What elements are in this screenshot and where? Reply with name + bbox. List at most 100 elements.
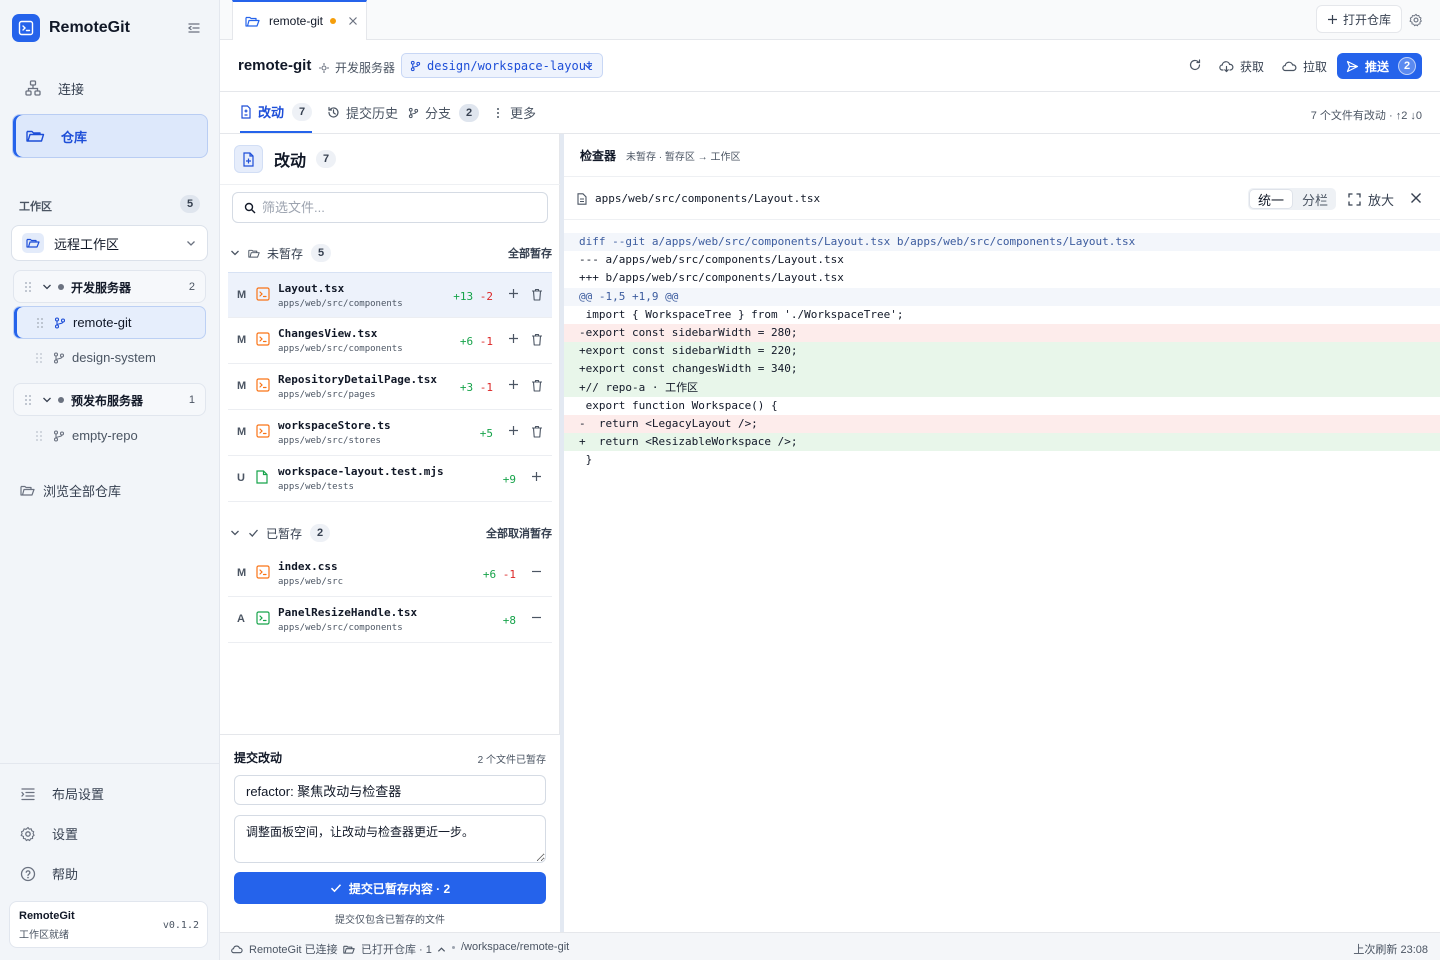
check-icon — [248, 528, 259, 538]
chevron-down-icon[interactable] — [230, 528, 240, 538]
file-line-stats: +13 -2 — [453, 290, 493, 303]
tab-remote-git[interactable]: remote-git — [232, 0, 367, 40]
file-code-icon — [256, 332, 270, 346]
commit-description-input[interactable] — [234, 815, 546, 863]
folder-icon — [248, 248, 260, 259]
tab-branches[interactable]: 分支 2 — [408, 92, 480, 133]
connection-status: RemoteGit 已连接 — [231, 941, 338, 957]
staged-group-header[interactable]: 已暂存 2 全部取消暂存 — [230, 522, 552, 544]
tab-branches-count: 2 — [459, 103, 480, 122]
diff-line-added: + return <ResizableWorkspace />; — [564, 433, 1440, 452]
commit-summary-input[interactable] — [234, 775, 546, 805]
commit-title: 提交改动 — [234, 751, 283, 765]
changes-count: 7 — [316, 150, 337, 168]
workspace-select[interactable]: 远程工作区 — [11, 225, 208, 261]
filter-field[interactable] — [232, 192, 548, 223]
fetch-button[interactable]: 获取 — [1219, 58, 1264, 75]
gear-icon[interactable] — [1409, 13, 1423, 27]
server-head[interactable]: 预发布服务器 1 — [14, 384, 205, 416]
view-unified-button[interactable]: 统一 — [1250, 190, 1292, 208]
repo-item-design-system[interactable]: design-system — [13, 341, 206, 374]
unstage-all-button[interactable]: 全部取消暂存 — [486, 525, 552, 541]
close-icon[interactable] — [1410, 192, 1422, 204]
server-head[interactable]: 开发服务器 2 — [14, 271, 205, 303]
stage-file-icon[interactable] — [508, 379, 519, 390]
layout-settings-item[interactable]: 布局设置 — [20, 784, 104, 803]
tab-more[interactable]: 更多 — [496, 92, 536, 133]
expand-icon — [1348, 193, 1361, 206]
pull-button[interactable]: 拉取 — [1282, 58, 1327, 75]
file-row[interactable]: M RepositoryDetailPage.tsx apps/web/src/pa… — [228, 364, 552, 410]
commit-button[interactable]: 提交已暂存内容 · 2 — [234, 872, 546, 904]
file-row[interactable]: A PanelResizeHandle.tsx apps/web/src/compo… — [228, 597, 552, 643]
repo-item-remote-git[interactable]: remote-git — [13, 306, 206, 339]
stage-file-icon[interactable] — [531, 471, 542, 482]
tab-history[interactable]: 提交历史 — [327, 92, 398, 133]
diff-line-context: import { WorkspaceTree } from './Workspa… — [579, 307, 904, 321]
server-name: 开发服务器 — [71, 280, 132, 295]
repo-title: remote-git — [238, 57, 312, 74]
last-refresh: 上次刷新 23:08 — [1353, 944, 1428, 956]
discard-trash-icon[interactable] — [531, 288, 543, 301]
discard-trash-icon[interactable] — [531, 379, 543, 392]
file-status-badge: M — [237, 334, 247, 346]
app-info-card: RemoteGit 工作区就绪 v0.1.2 — [9, 901, 208, 948]
status-bar: RemoteGit 已连接 已打开仓库 · 1 /workspace/remot… — [220, 932, 1440, 960]
lines-removed: -1 — [479, 381, 493, 394]
lines-added: +5 — [479, 427, 493, 440]
repo-item-empty-repo[interactable]: empty-repo — [13, 419, 206, 452]
file-row[interactable]: Mindex.css apps/web/src +6 -1 — [228, 551, 552, 597]
help-item[interactable]: 帮助 — [20, 864, 78, 883]
open-repo-button[interactable]: 打开仓库 — [1316, 5, 1402, 33]
drag-handle-icon[interactable] — [36, 317, 44, 329]
file-name: workspaceStore.ts — [278, 419, 391, 432]
git-branch-icon — [410, 60, 421, 72]
help-circle-icon — [20, 866, 36, 882]
stage-file-icon[interactable] — [508, 288, 519, 299]
browse-all-repos-link[interactable]: 浏览全部仓库 — [20, 481, 121, 500]
file-row[interactable]: MworkspaceStore.ts apps/web/src/stores +5 — [228, 410, 552, 456]
file-row[interactable]: M ChangesView.tsx apps/web/src/components +… — [228, 318, 552, 364]
close-icon[interactable] — [348, 16, 358, 26]
folder-open-icon — [25, 127, 45, 145]
stage-all-button[interactable]: 全部暂存 — [508, 245, 552, 261]
file-row[interactable]: M Layout.tsx apps/web/src/components +13 -2 — [228, 272, 552, 318]
drag-handle-icon[interactable] — [24, 281, 32, 293]
drag-handle-icon[interactable] — [24, 394, 32, 406]
browse-all-label: 浏览全部仓库 — [43, 484, 122, 499]
nav-repos-label: 仓库 — [61, 129, 88, 145]
chevron-down-icon[interactable] — [230, 248, 240, 258]
unstage-file-icon[interactable] — [531, 612, 542, 623]
filter-input[interactable] — [262, 200, 532, 215]
nav-connect[interactable]: 连接 — [12, 68, 208, 108]
chevron-down-icon[interactable] — [42, 395, 52, 405]
file-code-icon — [256, 287, 270, 301]
drag-handle-icon[interactable] — [35, 430, 43, 442]
view-split-button[interactable]: 分栏 — [1294, 188, 1336, 210]
sidebar-collapse-icon[interactable] — [186, 20, 202, 36]
stage-file-icon[interactable] — [508, 333, 519, 344]
file-code-icon — [256, 378, 270, 392]
nav-repos[interactable]: 仓库 — [12, 114, 208, 158]
fetch-label: 获取 — [1240, 60, 1265, 74]
settings-item[interactable]: 设置 — [20, 824, 78, 843]
push-button[interactable]: 推送 2 — [1337, 53, 1422, 79]
zoom-button[interactable]: 放大 — [1348, 190, 1394, 209]
drag-handle-icon[interactable] — [35, 352, 43, 364]
tab-changes[interactable]: 改动 7 — [240, 92, 312, 133]
terminal-logo-icon — [12, 14, 40, 42]
file-status-badge: M — [237, 289, 247, 301]
branch-selector[interactable]: design/workspace-layout — [401, 53, 603, 78]
refresh-icon[interactable] — [1188, 58, 1202, 72]
file-row[interactable]: Uworkspace-layout.test.mjs apps/web/tests… — [228, 456, 552, 502]
discard-trash-icon[interactable] — [531, 333, 543, 346]
discard-trash-icon[interactable] — [531, 425, 543, 438]
unstage-file-icon[interactable] — [531, 566, 542, 577]
commit-button-label: 提交已暂存内容 · 2 — [348, 881, 451, 896]
stage-file-icon[interactable] — [508, 425, 519, 436]
server-group-dev[interactable]: 开发服务器 2 — [13, 270, 206, 303]
server-group-staging[interactable]: 预发布服务器 1 — [13, 383, 206, 416]
open-repos-status[interactable]: 已打开仓库 · 1 — [343, 941, 446, 957]
unstaged-group-header[interactable]: 未暂存 5 全部暂存 — [230, 242, 552, 264]
chevron-down-icon[interactable] — [42, 282, 52, 292]
